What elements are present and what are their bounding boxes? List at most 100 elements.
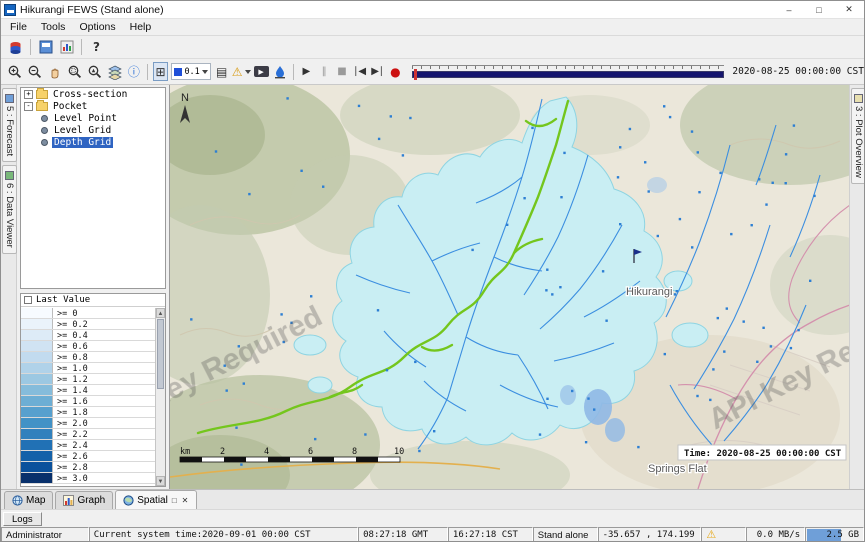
legend-label: >= 1.2 <box>53 374 88 384</box>
info-button[interactable]: ⓘ <box>126 62 142 81</box>
scroll-thumb[interactable] <box>157 319 164 389</box>
legend-color-swatch <box>21 352 53 362</box>
legend-row: >= 1.6 <box>21 396 155 407</box>
logs-button[interactable]: Logs <box>3 512 42 526</box>
scale-tick: 6 <box>308 447 313 457</box>
legend-label: >= 1.6 <box>53 396 88 406</box>
map-time-text: Time: 2020-08-25 00:00:00 CST <box>684 448 842 459</box>
tab-graph[interactable]: Graph <box>55 491 113 509</box>
pane-close-button[interactable]: ✕ <box>181 496 190 505</box>
legend-label: >= 2.4 <box>53 440 88 450</box>
current-timestep-label: 2020-08-25 00:00:00 CST <box>732 66 864 77</box>
explorer-icon <box>39 40 53 54</box>
database-button[interactable] <box>6 38 25 57</box>
legend-label: >= 0.2 <box>53 319 88 329</box>
pause-button[interactable]: ‖ <box>316 62 332 81</box>
toolbar-separator <box>293 64 294 80</box>
tree-item-cross-section[interactable]: + Cross-section <box>21 88 165 100</box>
explorer-button[interactable] <box>36 38 55 57</box>
legend-label: >= 2.6 <box>53 451 88 461</box>
scroll-down-icon[interactable]: ▼ <box>156 476 165 486</box>
tree-item-pocket[interactable]: - Pocket <box>21 100 165 112</box>
help-icon: ? <box>93 41 100 53</box>
tab-data-viewer[interactable]: 6 : Data Viewer <box>2 165 17 254</box>
tab-plot-overview[interactable]: 3 : Plot Overview <box>851 88 865 184</box>
record-button[interactable]: ● <box>387 62 403 81</box>
last-value-checkbox[interactable] <box>24 296 32 304</box>
report-document-button[interactable]: ▤ <box>214 62 230 81</box>
legend-row: >= 3.0 <box>21 473 155 484</box>
tab-forecast[interactable]: 5 : Forecast <box>2 88 17 162</box>
zoom-select-button[interactable] <box>86 62 104 81</box>
minimize-button[interactable]: – <box>774 1 804 18</box>
timeline-cursor[interactable] <box>414 69 417 80</box>
expand-icon[interactable]: + <box>24 90 33 99</box>
zoom-box-button[interactable] <box>66 62 84 81</box>
save-snapshot-button[interactable] <box>272 62 288 81</box>
map-time-label: Time: 2020-08-25 00:00:00 CST <box>678 445 846 460</box>
legend-color-swatch <box>21 341 53 351</box>
pane-restore-button[interactable]: □ <box>171 496 178 505</box>
tree-item-label: Pocket <box>51 101 89 112</box>
tree-item-label: Level Grid <box>52 125 113 136</box>
title-bar[interactable]: Hikurangi FEWS (Stand alone) – □ ✕ <box>1 1 864 19</box>
tree-item-level-point[interactable]: Level Point <box>21 112 165 124</box>
main-toolbar: ? <box>1 36 864 59</box>
map-viewport[interactable]: N API Key Required API Key Required Hiku… <box>169 85 849 489</box>
timeline-slider[interactable] <box>412 64 724 80</box>
menu-tools[interactable]: Tools <box>34 20 73 34</box>
legend-color-swatch <box>21 407 53 417</box>
zoom-select-icon <box>87 64 103 80</box>
legend-label: >= 0.6 <box>53 341 88 351</box>
status-warnings[interactable]: ⚠ <box>701 527 746 542</box>
layers-icon <box>107 64 123 80</box>
legend-label: >= 2.8 <box>53 462 88 472</box>
document-icon: ▤ <box>216 66 227 78</box>
pan-button[interactable] <box>46 62 64 81</box>
scale-tick: 4 <box>264 447 269 457</box>
play-button[interactable]: ▶ <box>298 62 314 81</box>
tab-spatial[interactable]: Spatial □ ✕ <box>115 490 197 509</box>
tree-item-level-grid[interactable]: Level Grid <box>21 124 165 136</box>
label-springs-flat: Springs Flat <box>648 463 707 475</box>
legend-color-swatch <box>21 330 53 340</box>
zoom-out-button[interactable] <box>26 62 44 81</box>
legend-scrollbar[interactable]: ▲ ▼ <box>155 308 165 486</box>
tree-item-depth-grid[interactable]: Depth Grid <box>21 136 165 148</box>
thresholds-button[interactable]: ⚠ <box>232 62 251 81</box>
step-back-icon: ∣◀ <box>353 67 366 77</box>
close-button[interactable]: ✕ <box>834 1 864 18</box>
maximize-button[interactable]: □ <box>804 1 834 18</box>
layer-tree: + Cross-section - Pocket Level Point Lev… <box>20 87 166 289</box>
application-window: Hikurangi FEWS (Stand alone) – □ ✕ File … <box>0 0 865 542</box>
menu-options[interactable]: Options <box>72 20 122 34</box>
hand-pan-icon <box>47 64 63 80</box>
menu-file[interactable]: File <box>3 20 34 34</box>
scale-tick: 10 <box>394 447 404 457</box>
map-canvas: N API Key Required API Key Required Hiku… <box>170 85 849 489</box>
logs-row: Logs <box>1 509 864 527</box>
help-button[interactable]: ? <box>87 38 106 57</box>
menu-help[interactable]: Help <box>123 20 159 34</box>
grid-class-selector[interactable]: 0.1 <box>171 63 210 80</box>
collapse-icon[interactable]: - <box>24 102 33 111</box>
status-mode: Stand alone <box>533 527 598 542</box>
status-network-rate: 0.0 MB/s <box>746 527 805 542</box>
plot-overview-tab-icon <box>854 94 863 103</box>
grid-display-button[interactable]: ⊞ <box>153 62 169 81</box>
timeline-range-bar[interactable] <box>412 71 724 78</box>
legend-header: Last Value <box>21 294 165 307</box>
tab-forecast-label: 5 : Forecast <box>4 106 15 156</box>
stop-button[interactable]: ■ <box>334 62 350 81</box>
zoom-in-button[interactable] <box>6 62 24 81</box>
scroll-up-icon[interactable]: ▲ <box>156 308 165 318</box>
step-back-button[interactable]: ∣◀ <box>352 62 368 81</box>
reports-button[interactable] <box>57 38 76 57</box>
step-forward-button[interactable]: ▶∣ <box>370 62 386 81</box>
tab-map[interactable]: Map <box>4 491 53 509</box>
warning-triangle-icon: ⚠ <box>232 66 243 78</box>
layers-button[interactable] <box>106 62 124 81</box>
animation-export-button[interactable]: ▶ <box>253 62 270 81</box>
tab-plot-overview-label: 3 : Plot Overview <box>853 106 864 178</box>
legend-list: >= 0 >= 0.2 >= 0.4 >= 0.6 >= 0.8 >= 1.0 … <box>21 308 155 486</box>
